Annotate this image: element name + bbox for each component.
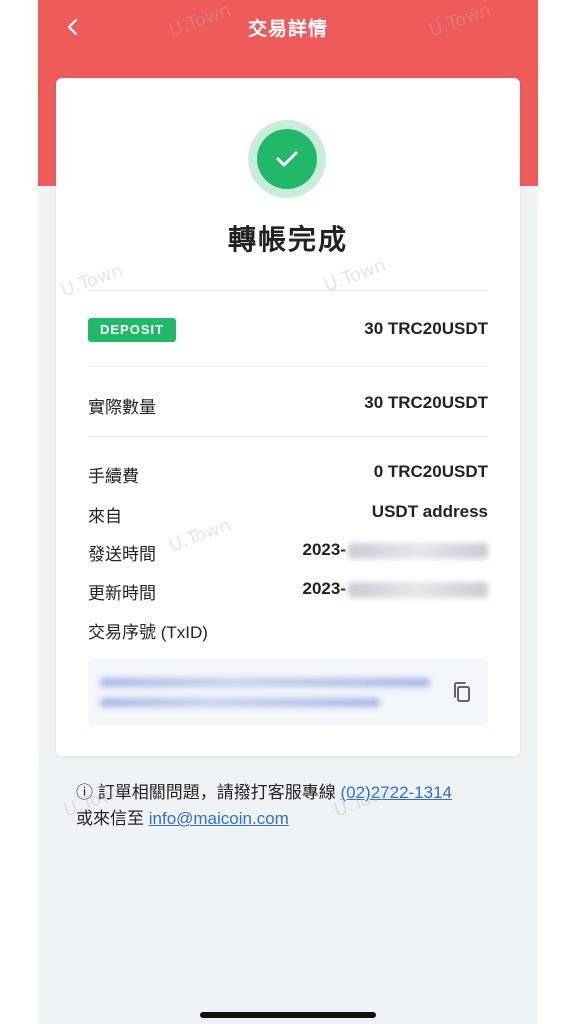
check-circle-icon bbox=[257, 129, 317, 189]
redacted-area bbox=[100, 698, 380, 707]
sent-time-value: 2023- bbox=[303, 540, 488, 560]
redacted-area bbox=[100, 678, 430, 687]
app-screen: 交易詳情 轉帳完成 DEPOSIT 30 TRC20USDT 實際數量 30 T… bbox=[38, 0, 538, 1024]
fee-value: 0 TRC20USDT bbox=[373, 462, 488, 481]
actual-amount-label: 實際數量 bbox=[88, 398, 156, 417]
from-value: USDT address bbox=[371, 502, 488, 521]
divider bbox=[88, 366, 488, 367]
updated-time-value: 2023- bbox=[303, 579, 488, 599]
email-link[interactable]: info@maicoin.com bbox=[149, 809, 289, 828]
txid-box bbox=[88, 658, 488, 726]
home-indicator bbox=[200, 1012, 376, 1018]
actual-amount-value: 30 TRC20USDT bbox=[364, 393, 488, 412]
status-text: 轉帳完成 bbox=[227, 224, 348, 255]
status-icon-ring bbox=[248, 120, 326, 198]
note-text: 訂單相關問題，請撥打客服專線 bbox=[97, 783, 336, 802]
sent-time-label: 發送時間 bbox=[88, 545, 156, 564]
txid-label: 交易序號 (TxID) bbox=[88, 623, 208, 642]
footer-note: ⓘ 訂單相關問題，請撥打客服專線 (02)2722-1314 或來信至 info… bbox=[76, 780, 516, 832]
deposit-badge: DEPOSIT bbox=[88, 318, 177, 342]
redacted-area bbox=[348, 542, 488, 559]
sent-time-text: 2023- bbox=[302, 540, 346, 559]
fee-label: 手續費 bbox=[88, 467, 139, 486]
divider bbox=[88, 290, 488, 291]
transaction-card: 轉帳完成 DEPOSIT 30 TRC20USDT 實際數量 30 TRC20U… bbox=[56, 78, 520, 756]
updated-time-text: 2023- bbox=[302, 579, 346, 598]
updated-time-label: 更新時間 bbox=[88, 584, 156, 603]
from-label: 來自 bbox=[88, 507, 122, 526]
divider bbox=[88, 436, 488, 437]
redacted-area bbox=[348, 581, 488, 598]
amount-value: 30 TRC20USDT bbox=[364, 319, 488, 338]
copy-icon[interactable] bbox=[450, 680, 474, 704]
